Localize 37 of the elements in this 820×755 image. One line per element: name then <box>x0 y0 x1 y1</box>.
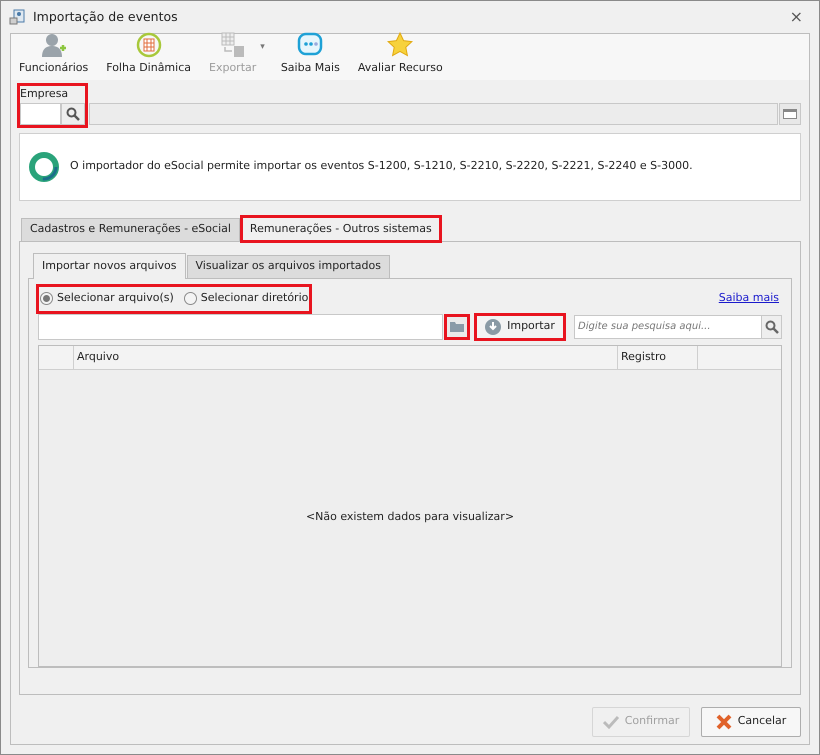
toolbar-button[interactable]: Saiba Mais <box>278 32 342 76</box>
download-icon <box>485 318 502 334</box>
import-button[interactable]: Importar <box>474 312 566 340</box>
cross-icon <box>716 714 732 730</box>
cancel-button[interactable]: Cancelar <box>701 706 801 736</box>
close-button[interactable]: × <box>782 9 811 25</box>
radio-button[interactable]: Selecionar arquivo(s) <box>40 290 174 307</box>
search-field[interactable]: Digite sua pesquisa aqui... <box>574 314 762 338</box>
tab[interactable]: Importar novos arquivos <box>33 252 186 278</box>
column-header: Arquivo <box>74 346 618 368</box>
search-button[interactable] <box>61 102 85 124</box>
empty-message: <Não existem dados para visualizar> <box>306 509 514 526</box>
window-icon <box>9 9 25 25</box>
folder-button[interactable] <box>444 314 470 340</box>
person-add-icon <box>40 32 67 58</box>
lookup-button[interactable] <box>779 102 801 124</box>
window-title: Importação de eventos <box>33 8 178 26</box>
toolbar-button[interactable]: Funcionários <box>17 32 90 76</box>
list-icon <box>783 108 797 118</box>
company-code-field[interactable] <box>20 102 61 124</box>
radio-button[interactable]: Selecionar diretório <box>184 290 308 307</box>
folder-icon <box>450 321 464 332</box>
field-label: Empresa <box>20 86 70 102</box>
star-icon <box>387 32 414 58</box>
search-icon[interactable] <box>764 320 778 334</box>
tab[interactable]: Cadastros e Remunerações - eSocial <box>21 218 240 240</box>
toolbar-button[interactable]: Folha Dinâmica <box>104 32 193 76</box>
tab[interactable]: Remunerações - Outros sistemas <box>240 216 441 242</box>
column-header: Registro <box>618 346 698 368</box>
tab[interactable]: Visualizar os arquivos importados <box>186 254 390 278</box>
info-text: O importador do eSocial permite importar os eventos S-1200, S-1210, S-2210, S-2220, S-2221, S-2240 e S-3000. <box>70 158 693 174</box>
saiba-mais-link[interactable]: Saiba mais <box>718 290 779 307</box>
search-icon <box>66 106 80 120</box>
ring-icon <box>28 150 60 182</box>
toolbar-button[interactable]: Avaliar Recurso <box>356 32 445 76</box>
file-path-field[interactable] <box>38 314 443 340</box>
check-icon <box>602 714 619 728</box>
